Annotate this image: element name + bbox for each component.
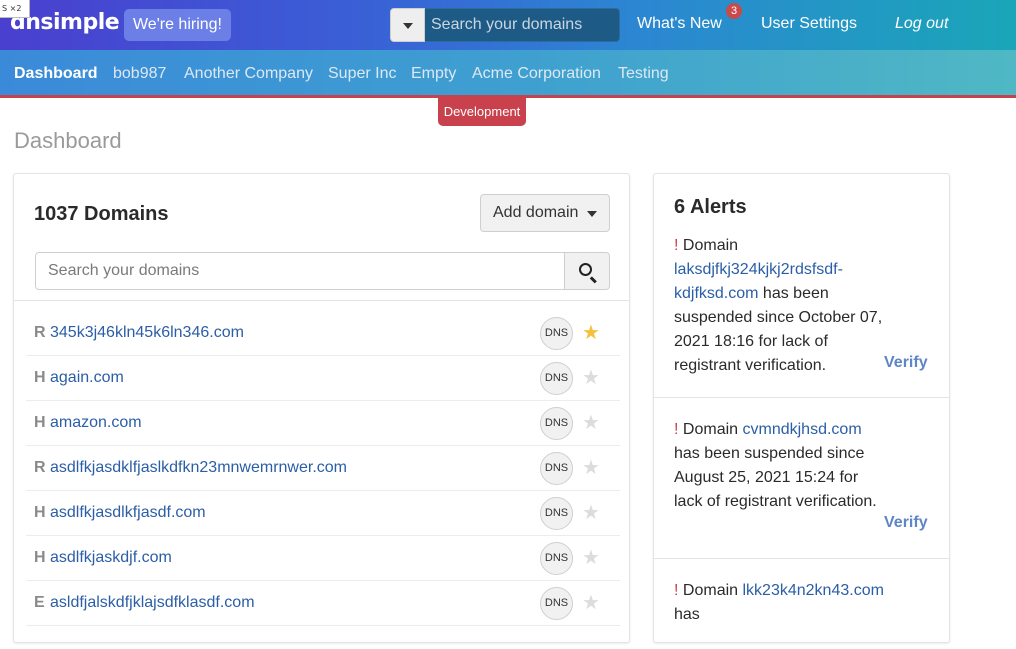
page-title: Dashboard bbox=[14, 128, 122, 153]
domain-search-button[interactable] bbox=[564, 252, 610, 290]
verify-button[interactable]: Verify bbox=[884, 354, 928, 372]
account-tab-another-company[interactable]: Another Company bbox=[184, 65, 313, 83]
search-icon bbox=[579, 263, 592, 276]
domain-row: E asldfjalskdfjklajsdfklasdf.com DNS ★ bbox=[26, 581, 620, 626]
star-icon[interactable]: ★ bbox=[582, 410, 600, 434]
logout-link[interactable]: Log out bbox=[895, 15, 948, 33]
alert-prefix: Domain bbox=[682, 582, 739, 599]
alert-message: ! Domain laksdjfkj324kjkj2rdsfsdf-kdjfks… bbox=[674, 234, 884, 378]
alert-message: ! Domain cvmndkjhsd.com has been suspend… bbox=[674, 418, 884, 514]
alert-item: ! Domain lkk23k4n2kn43.com has bbox=[654, 559, 949, 649]
domain-row: R 345k3j46kln45k6ln346.com DNS ★ bbox=[26, 311, 620, 356]
star-icon[interactable]: ★ bbox=[582, 365, 600, 389]
alert-prefix: Domain bbox=[682, 237, 739, 254]
top-navbar: S ×2 dnsimple We're hiring! What's New 3… bbox=[0, 0, 1016, 50]
star-icon[interactable]: ★ bbox=[582, 545, 600, 569]
environment-badge: Development bbox=[438, 98, 526, 126]
domain-row: H amazon.com DNS ★ bbox=[26, 401, 620, 446]
search-scope-dropdown[interactable] bbox=[390, 8, 425, 42]
domain-list: R 345k3j46kln45k6ln346.com DNS ★ H again… bbox=[26, 311, 620, 626]
domains-card: 1037 Domains Add domain R 345k3j46kln45k… bbox=[13, 173, 630, 643]
alert-exclamation-icon: ! bbox=[674, 421, 679, 438]
domain-link[interactable]: asldfjalskdfjklajsdfklasdf.com bbox=[50, 594, 255, 612]
account-tab-testing[interactable]: Testing bbox=[618, 65, 669, 83]
star-icon[interactable]: ★ bbox=[582, 320, 600, 344]
domain-search-input[interactable] bbox=[35, 252, 565, 290]
domain-link[interactable]: again.com bbox=[50, 369, 124, 387]
domain-type-indicator: H bbox=[34, 369, 46, 386]
domains-count-title: 1037 Domains bbox=[34, 203, 169, 225]
divider bbox=[14, 300, 629, 301]
alert-item: ! Domain cvmndkjhsd.com has been suspend… bbox=[654, 398, 949, 559]
domain-row: R asdlfkjasdklfjaslkdfkn23mnwemrnwer.com… bbox=[26, 446, 620, 491]
alert-body: has been suspended since August 25, 2021… bbox=[674, 445, 877, 510]
domain-type-indicator: H bbox=[34, 549, 46, 566]
dns-button[interactable]: DNS bbox=[540, 542, 573, 575]
account-tab-super-inc[interactable]: Super Inc bbox=[328, 65, 396, 83]
alert-domain-link[interactable]: cvmndkjhsd.com bbox=[743, 421, 862, 438]
domain-type-indicator: R bbox=[34, 459, 46, 476]
dns-button[interactable]: DNS bbox=[540, 317, 573, 350]
whats-new-count-badge: 3 bbox=[726, 3, 742, 19]
hiring-badge[interactable]: We're hiring! bbox=[124, 9, 231, 41]
domain-row: H asdlfkjaskdjf.com DNS ★ bbox=[26, 536, 620, 581]
domain-type-indicator: E bbox=[34, 594, 45, 611]
alert-body: has bbox=[674, 606, 700, 623]
account-tab-acme-corporation[interactable]: Acme Corporation bbox=[472, 65, 601, 83]
domain-link[interactable]: amazon.com bbox=[50, 414, 142, 432]
zoom-indicator: S ×2 bbox=[0, 0, 30, 18]
chevron-down-icon bbox=[403, 23, 413, 29]
whats-new-link[interactable]: What's New bbox=[637, 15, 722, 33]
dns-button[interactable]: DNS bbox=[540, 452, 573, 485]
alerts-card: 6 Alerts ! Domain laksdjfkj324kjkj2rdsfs… bbox=[653, 173, 950, 643]
chevron-down-icon bbox=[587, 211, 597, 217]
domain-row: H again.com DNS ★ bbox=[26, 356, 620, 401]
add-domain-button[interactable]: Add domain bbox=[480, 194, 610, 232]
dns-button[interactable]: DNS bbox=[540, 362, 573, 395]
verify-button[interactable]: Verify bbox=[884, 514, 928, 532]
account-tab-empty[interactable]: Empty bbox=[411, 65, 456, 83]
star-icon[interactable]: ★ bbox=[582, 500, 600, 524]
domain-link[interactable]: asdlfkjasdlkfjasdf.com bbox=[50, 504, 206, 522]
user-settings-link[interactable]: User Settings bbox=[761, 15, 857, 33]
alert-domain-link[interactable]: lkk23k4n2kn43.com bbox=[743, 582, 884, 599]
domain-link[interactable]: asdlfkjasdklfjaslkdfkn23mnwemrnwer.com bbox=[50, 459, 347, 477]
header-search-input[interactable] bbox=[425, 8, 620, 42]
star-icon[interactable]: ★ bbox=[582, 590, 600, 614]
add-domain-label: Add domain bbox=[493, 204, 579, 221]
domain-link[interactable]: 345k3j46kln45k6ln346.com bbox=[50, 324, 244, 342]
dns-button[interactable]: DNS bbox=[540, 587, 573, 620]
domain-type-indicator: H bbox=[34, 504, 46, 521]
account-tab-bob987[interactable]: bob987 bbox=[113, 65, 166, 83]
domain-type-indicator: R bbox=[34, 324, 46, 341]
domain-link[interactable]: asdlfkjaskdjf.com bbox=[50, 549, 172, 567]
account-tab-dashboard[interactable]: Dashboard bbox=[14, 65, 98, 83]
dns-button[interactable]: DNS bbox=[540, 407, 573, 440]
alert-message: ! Domain lkk23k4n2kn43.com has bbox=[674, 579, 884, 627]
account-switcher-bar: Dashboard bob987 Another Company Super I… bbox=[0, 50, 1016, 95]
alerts-count-title: 6 Alerts bbox=[674, 196, 747, 218]
domain-type-indicator: H bbox=[34, 414, 46, 431]
alert-prefix: Domain bbox=[682, 421, 739, 438]
star-icon[interactable]: ★ bbox=[582, 455, 600, 479]
domain-row: H asdlfkjasdlkfjasdf.com DNS ★ bbox=[26, 491, 620, 536]
dns-button[interactable]: DNS bbox=[540, 497, 573, 530]
alert-item: ! Domain laksdjfkj324kjkj2rdsfsdf-kdjfks… bbox=[654, 232, 949, 398]
alert-exclamation-icon: ! bbox=[674, 237, 679, 254]
alert-exclamation-icon: ! bbox=[674, 582, 679, 599]
